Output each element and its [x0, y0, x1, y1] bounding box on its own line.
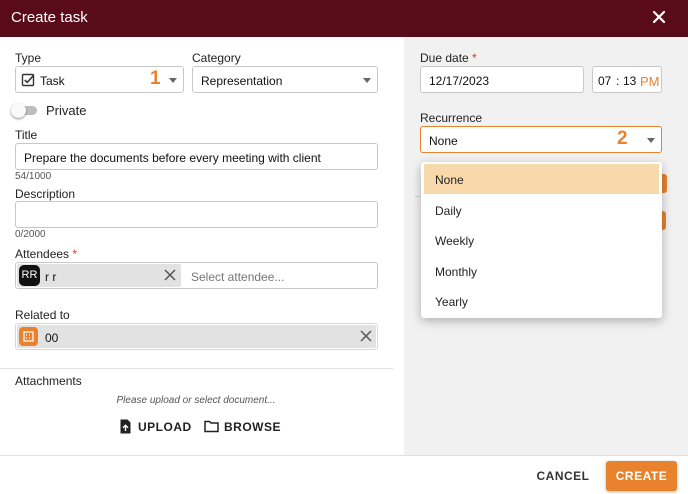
- time-ampm[interactable]: PM: [640, 74, 660, 89]
- recurrence-menu: None Daily Weekly Monthly Yearly: [421, 162, 662, 318]
- attachments-label: Attachments: [15, 374, 82, 388]
- private-toggle[interactable]: [11, 103, 37, 118]
- type-value: Task: [40, 74, 65, 88]
- description-input[interactable]: [15, 201, 378, 228]
- step-marker-1: 1: [150, 68, 161, 89]
- category-value: Representation: [201, 74, 283, 88]
- private-label: Private: [46, 103, 87, 118]
- recurrence-option-yearly[interactable]: Yearly: [424, 286, 659, 316]
- dialog-header: Create task: [0, 0, 688, 37]
- related-chip: 00: [17, 325, 376, 348]
- type-label: Type: [15, 51, 42, 65]
- chevron-down-icon: [647, 138, 655, 143]
- avatar: RR: [19, 265, 40, 286]
- close-icon[interactable]: [650, 8, 668, 26]
- recurrence-option-daily[interactable]: Daily: [424, 195, 659, 225]
- due-time-input[interactable]: 07 : 13 PM: [592, 66, 662, 93]
- upload-file-icon: [120, 419, 131, 434]
- task-checkbox-icon: [21, 73, 35, 87]
- remove-chip-icon[interactable]: [360, 330, 372, 342]
- dialog-title: Create task: [11, 9, 88, 26]
- recurrence-option-monthly[interactable]: Monthly: [424, 256, 659, 286]
- chevron-down-icon: [363, 78, 371, 83]
- related-label: Related to: [15, 308, 70, 322]
- type-select[interactable]: Task 1: [15, 66, 184, 93]
- chevron-down-icon: [169, 78, 177, 83]
- browse-label: BROWSE: [224, 420, 281, 434]
- time-hour[interactable]: 07: [598, 74, 611, 88]
- recurrence-option-weekly[interactable]: Weekly: [424, 225, 659, 255]
- title-counter: 54/1000: [15, 171, 52, 182]
- upload-label: UPLOAD: [138, 420, 192, 434]
- recurrence-select[interactable]: None 2: [420, 126, 662, 153]
- due-date-value: 12/17/2023: [429, 74, 490, 88]
- create-button[interactable]: CREATE: [606, 461, 677, 491]
- remove-chip-icon[interactable]: [164, 269, 176, 281]
- due-date-input[interactable]: 12/17/2023: [420, 66, 584, 93]
- divider: [0, 368, 393, 369]
- time-separator: :: [616, 74, 620, 88]
- title-input[interactable]: Prepare the documents before every meeti…: [15, 143, 378, 170]
- toggle-knob: [11, 103, 26, 118]
- time-minute[interactable]: 13: [623, 74, 636, 88]
- due-date-label: Due date *: [420, 51, 477, 65]
- related-field[interactable]: 00: [15, 323, 378, 350]
- category-label: Category: [192, 51, 241, 65]
- category-select[interactable]: Representation: [192, 66, 378, 93]
- building-icon: [19, 327, 38, 346]
- browse-button[interactable]: BROWSE: [204, 419, 281, 435]
- related-value: 00: [45, 331, 59, 345]
- attachments-hint: Please upload or select document...: [116, 395, 276, 406]
- attendee-chip: RR r r: [17, 264, 181, 287]
- folder-icon: [204, 420, 219, 433]
- step-marker-2: 2: [617, 128, 628, 149]
- recurrence-value: None: [429, 134, 458, 148]
- recurrence-option-none[interactable]: None: [424, 164, 659, 194]
- upload-button[interactable]: UPLOAD: [119, 419, 192, 435]
- description-label: Description: [15, 187, 76, 201]
- footer-divider: [0, 455, 688, 456]
- attendee-search-input[interactable]: Select attendee...: [191, 270, 284, 284]
- recurrence-label: Recurrence: [420, 111, 483, 125]
- attendees-label: Attendees *: [15, 247, 78, 261]
- title-label: Title: [15, 128, 38, 142]
- attendee-name: r r: [45, 270, 57, 284]
- title-value: Prepare the documents before every meeti…: [24, 151, 321, 165]
- attendees-field[interactable]: RR r r Select attendee...: [15, 262, 378, 289]
- cancel-button[interactable]: CANCEL: [534, 466, 592, 486]
- description-counter: 0/2000: [15, 229, 46, 240]
